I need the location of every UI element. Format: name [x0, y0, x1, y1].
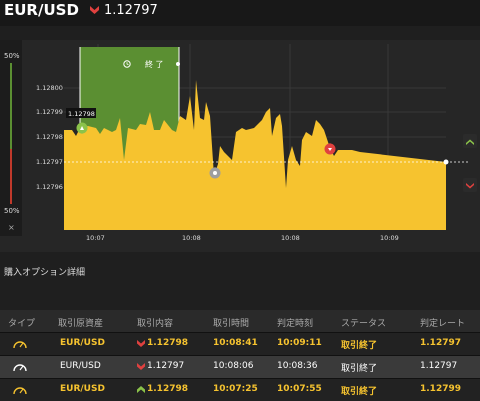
y-tick-2: 1.12799	[36, 108, 63, 116]
rate-down-icon	[90, 6, 99, 14]
col-judge: 判定時刻	[277, 319, 314, 329]
down-percent: 50%	[4, 207, 20, 215]
col-content: 取引内容	[137, 319, 174, 329]
cell-entry: 1.12797	[147, 361, 185, 371]
cell-entry: 1.12798	[147, 338, 188, 348]
options-table: タイプ 取引原資産 取引内容 取引時間 判定時刻 ステータス 判定レート EUR…	[0, 310, 480, 401]
table-row[interactable]: EUR/USD 1.12798 10:07:25 10:07:55 取引終了 1…	[0, 378, 480, 401]
sentiment-up-bar	[10, 63, 12, 149]
cell-status: 取引終了	[341, 387, 378, 397]
y-tick-3: 1.12798	[36, 133, 63, 141]
price-chart[interactable]: 1.12800 1.12799 1.12798 1.12797 1.12796 …	[0, 40, 480, 252]
cell-asset: EUR/USD	[60, 338, 105, 348]
put-button[interactable]	[463, 178, 477, 192]
cell-judge: 10:07:55	[277, 384, 322, 394]
cell-time: 10:08:06	[213, 361, 254, 371]
entry-callout: 1.12798	[68, 110, 95, 118]
header-bar: EUR/USD 1.12797	[0, 0, 480, 26]
x-tick-3: 10:08	[281, 234, 300, 242]
pair-title: EUR/USD	[4, 1, 79, 19]
y-tick-1: 1.12800	[36, 84, 63, 92]
call-button[interactable]	[463, 134, 477, 148]
cell-judge: 10:09:11	[277, 338, 322, 348]
cell-asset: EUR/USD	[60, 361, 101, 371]
cell-status: 取引終了	[341, 341, 378, 351]
up-arrow-icon	[466, 139, 474, 145]
cell-status: 取引終了	[341, 364, 378, 374]
up-arrow-icon	[137, 386, 145, 393]
gauge-icon	[13, 364, 27, 372]
table-header: タイプ 取引原資産 取引内容 取引時間 判定時刻 ステータス 判定レート	[0, 310, 480, 332]
col-status: ステータス	[341, 319, 387, 329]
chart-svg: 1.12800 1.12799 1.12798 1.12797 1.12796 …	[36, 44, 470, 242]
cell-judge: 10:08:36	[277, 361, 318, 371]
expiry-banner: 終 了	[145, 59, 164, 69]
cell-entry: 1.12798	[147, 384, 188, 394]
y-tick-5: 1.12796	[36, 183, 63, 191]
cell-rate: 1.12797	[420, 361, 458, 371]
cell-rate: 1.12797	[420, 338, 461, 348]
current-rate: 1.12797	[104, 3, 158, 18]
up-percent: 50%	[4, 52, 20, 60]
close-icon[interactable]: ×	[8, 223, 15, 232]
x-tick-1: 10:07	[86, 234, 105, 242]
col-type: タイプ	[8, 319, 36, 329]
cell-rate: 1.12799	[420, 384, 461, 394]
col-rate: 判定レート	[420, 319, 466, 329]
y-tick-4: 1.12797	[36, 158, 63, 166]
details-title: 購入オプション詳細	[4, 268, 86, 278]
col-asset: 取引原資産	[58, 319, 104, 329]
cell-asset: EUR/USD	[60, 384, 105, 394]
gauge-icon	[13, 341, 27, 349]
down-arrow-icon	[137, 363, 145, 370]
gauge-icon	[13, 387, 27, 395]
cell-time: 10:07:25	[213, 384, 258, 394]
down-arrow-icon	[137, 340, 145, 347]
down-arrow-icon	[466, 183, 474, 189]
table-row[interactable]: EUR/USD 1.12798 10:08:41 10:09:11 取引終了 1…	[0, 332, 480, 355]
x-tick-2: 10:08	[182, 234, 201, 242]
col-time: 取引時間	[213, 319, 250, 329]
sentiment-down-bar	[10, 149, 12, 204]
cell-time: 10:08:41	[213, 338, 258, 348]
x-tick-4: 10:09	[380, 234, 399, 242]
table-row[interactable]: EUR/USD 1.12797 10:08:06 10:08:36 取引終了 1…	[0, 355, 480, 378]
